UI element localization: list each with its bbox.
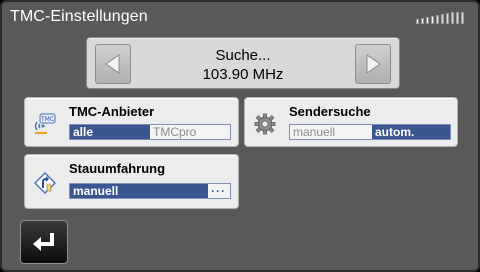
tmc-provider-tile: TMC TMC-Anbieter alle TMCpro [24, 97, 239, 147]
page-title: TMC-Einstellungen [10, 8, 148, 25]
tmc-broadcast-icon: TMC [34, 113, 56, 134]
station-search-tile: Sendersuche manuell autom. [244, 97, 458, 147]
gear-icon [254, 113, 276, 135]
search-status: Suche... [215, 47, 271, 64]
signal-bar [426, 17, 429, 24]
search-option-manual[interactable]: manuell [290, 125, 372, 139]
provider-option-tmcpro[interactable]: TMCpro [150, 125, 230, 139]
signal-bar [446, 13, 449, 24]
svg-text:TMC: TMC [40, 116, 54, 123]
signal-strength-icon [416, 12, 464, 24]
detour-value: manuell [70, 184, 208, 198]
station-search-label: Sendersuche [289, 104, 371, 119]
signal-bar [421, 18, 424, 24]
back-arrow-icon [33, 233, 54, 251]
more-options-button[interactable]: ··· [208, 184, 230, 198]
detour-label: Stauumfahrung [69, 161, 166, 176]
back-button[interactable] [20, 220, 68, 264]
tmc-provider-selector: alle TMCpro [69, 124, 231, 140]
detour-sign-icon [34, 172, 56, 194]
signal-bar [451, 12, 454, 24]
previous-station-button[interactable] [95, 44, 131, 84]
frequency-value: 103.90 MHz [202, 66, 284, 83]
signal-bar [461, 12, 464, 24]
signal-bar [456, 12, 459, 24]
frequency-panel: Suche... 103.90 MHz [86, 37, 400, 89]
signal-bar [436, 15, 439, 24]
next-station-button[interactable] [355, 44, 391, 84]
signal-bar [431, 16, 434, 24]
tmc-provider-label: TMC-Anbieter [69, 104, 155, 119]
arrow-right-icon [366, 54, 381, 74]
provider-option-all[interactable]: alle [70, 125, 150, 139]
search-option-auto[interactable]: autom. [372, 125, 450, 139]
detour-selector[interactable]: manuell ··· [69, 183, 231, 199]
tmc-settings-screen: TMC-Einstellungen Suche... 103.90 MHz TM… [0, 0, 480, 272]
signal-bar [416, 19, 419, 24]
arrow-left-icon [105, 54, 120, 74]
frequency-display: Suche... 103.90 MHz [137, 46, 349, 84]
station-search-selector: manuell autom. [289, 124, 451, 140]
signal-bar [441, 14, 444, 24]
detour-tile: Stauumfahrung manuell ··· [24, 154, 239, 209]
